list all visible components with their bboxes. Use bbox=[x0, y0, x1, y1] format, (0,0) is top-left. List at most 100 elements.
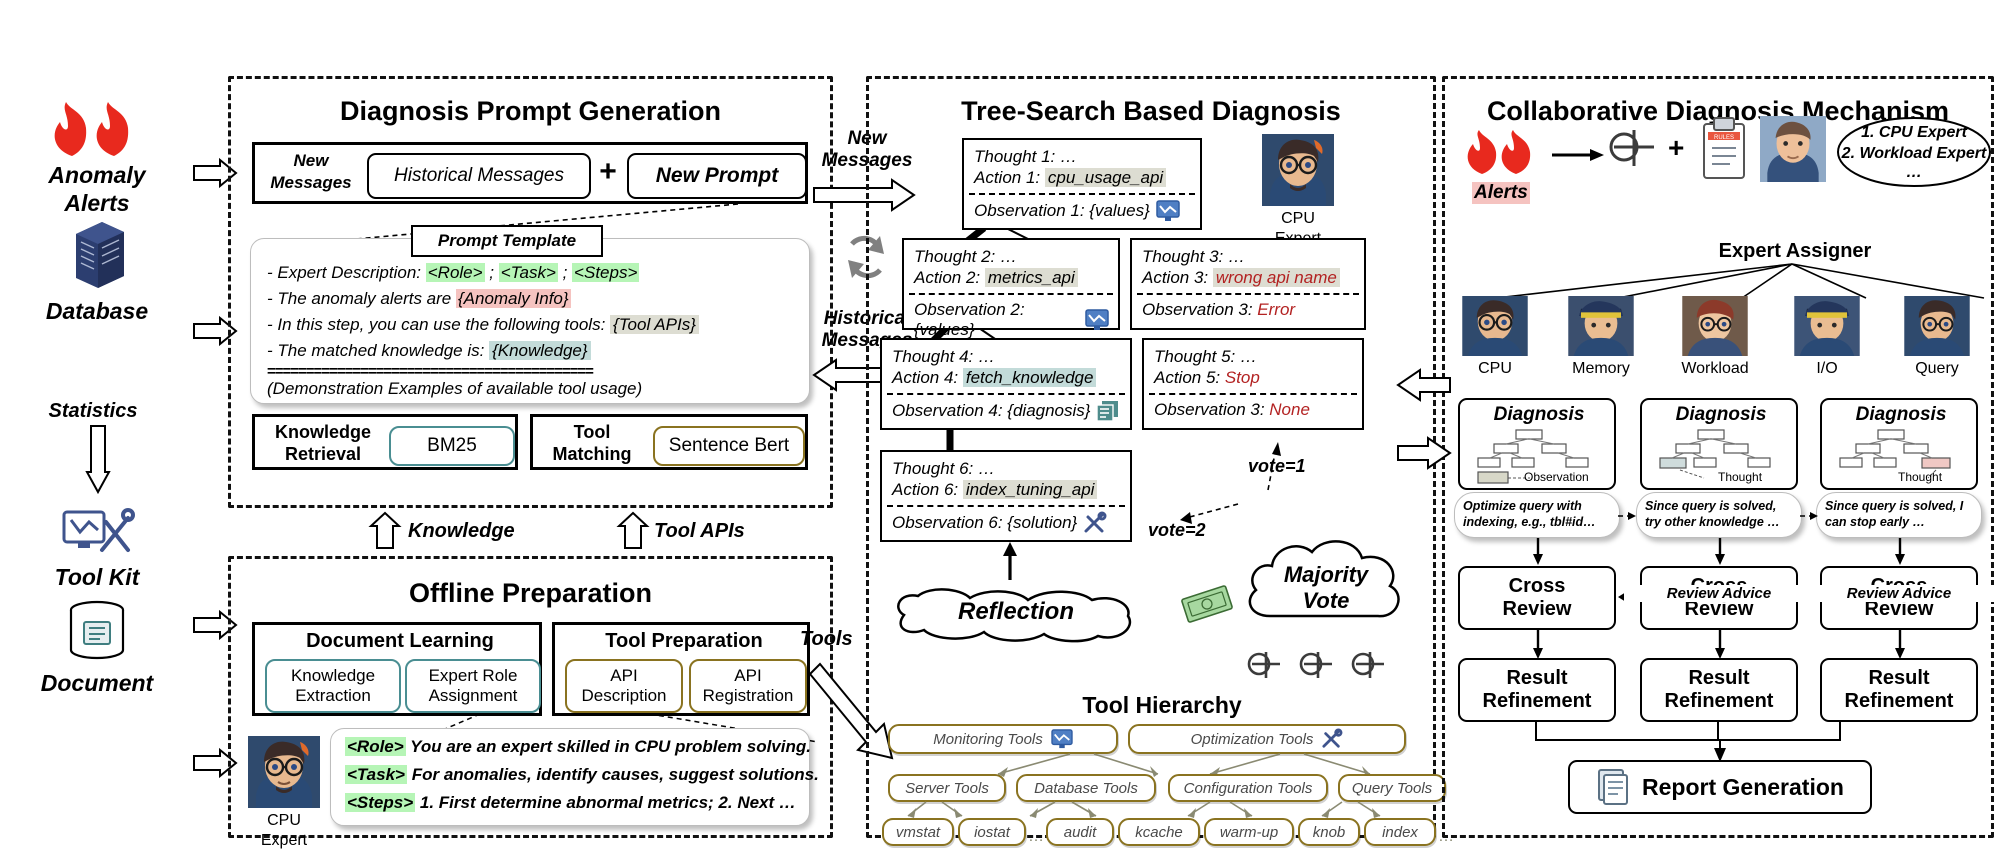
tools-wrench-icon bbox=[1084, 511, 1107, 533]
result-refinement-box-3[interactable]: Result Refinement bbox=[1820, 658, 1978, 722]
new-prompt-chip[interactable]: New Prompt bbox=[627, 153, 807, 199]
workload-expert-avatar-icon bbox=[1682, 296, 1748, 356]
role-text: You are an expert skilled in CPU problem… bbox=[405, 737, 811, 756]
expert-workload-label: Workload bbox=[1681, 360, 1749, 377]
tree-node-4[interactable]: Thought 4: … Action 4: fetch_knowledge O… bbox=[880, 338, 1132, 430]
offline-cpu-expert-caption-2: Expert bbox=[260, 832, 308, 849]
optimization-tools-node[interactable]: Optimization Tools bbox=[1128, 724, 1406, 754]
tree-node-2[interactable]: Thought 2: … Action 2: metrics_api Obser… bbox=[902, 238, 1120, 339]
tools-flow-label: Tools bbox=[800, 628, 853, 650]
expert-io[interactable]: I/O bbox=[1794, 296, 1860, 377]
monitor-chart-icon bbox=[1051, 729, 1073, 749]
node3-action-value: wrong api name bbox=[1212, 267, 1340, 287]
panel-title-prompt-generation: Diagnosis Prompt Generation bbox=[339, 96, 722, 126]
diagnosis-note-text-1: Optimize query with indexing, e.g., tbl#… bbox=[1463, 499, 1596, 529]
new-messages-label-1: New bbox=[293, 151, 329, 170]
anomaly-alerts-label-1: Anomaly bbox=[48, 162, 146, 188]
node6-observation: Observation 6: {solution} bbox=[892, 513, 1078, 533]
sentence-bert-chip[interactable]: Sentence Bert bbox=[653, 426, 805, 466]
task-tag: <Task> bbox=[498, 263, 558, 282]
monitoring-tools-label: Monitoring Tools bbox=[933, 730, 1043, 748]
bm25-chip[interactable]: BM25 bbox=[389, 426, 515, 466]
configuration-tools-node[interactable]: Configuration Tools bbox=[1168, 774, 1328, 802]
node4-action-value: fetch_knowledge bbox=[962, 367, 1097, 387]
document-label: Document bbox=[40, 670, 154, 696]
line1-prefix: - Expert Description: bbox=[267, 263, 426, 282]
tree-node-6[interactable]: Thought 6: … Action 6: index_tuning_api … bbox=[880, 450, 1132, 542]
expert-memory[interactable]: Memory bbox=[1568, 296, 1634, 377]
database-tools-node[interactable]: Database Tools bbox=[1016, 774, 1156, 802]
node3-thought: Thought 3: … bbox=[1142, 247, 1246, 266]
llm-model-icon bbox=[1609, 130, 1654, 166]
node1-action-prefix: Action 1: bbox=[974, 167, 1045, 187]
expert-role-assignment-chip[interactable]: Expert Role Assignment bbox=[405, 659, 541, 713]
reflection-cloud: Reflection bbox=[886, 586, 1146, 649]
offline-cpu-expert-caption-1: CPU bbox=[267, 812, 301, 829]
api-description-chip[interactable]: API Description bbox=[565, 659, 683, 713]
result-refinement-box-2[interactable]: Result Refinement bbox=[1640, 658, 1798, 722]
document-cylinder-icon bbox=[66, 600, 128, 669]
node4-action: Action 4: fetch_knowledge bbox=[892, 367, 1121, 389]
diagnosis-title-3: Diagnosis bbox=[1855, 404, 1947, 425]
node4-thought: Thought 4: … bbox=[892, 347, 996, 366]
tool-preparation-title: Tool Preparation bbox=[605, 630, 763, 652]
knob-node[interactable]: knob bbox=[1298, 818, 1360, 846]
prompt-template-line-1: - Expert Description: <Role> ; <Task> ; … bbox=[267, 263, 640, 283]
warmup-node[interactable]: warm-up bbox=[1204, 818, 1294, 846]
cross-review-box-1[interactable]: Cross Review bbox=[1458, 566, 1616, 630]
diagnosis-title-2: Diagnosis bbox=[1675, 404, 1767, 425]
expert-query[interactable]: Query bbox=[1904, 296, 1970, 377]
node2-action-prefix: Action 2: bbox=[914, 267, 985, 287]
kcache-node[interactable]: kcache bbox=[1118, 818, 1200, 846]
cpu-expert-avatar-icon bbox=[248, 736, 320, 808]
tree-node-3[interactable]: Thought 3: … Action 3: wrong api name Ob… bbox=[1130, 238, 1366, 330]
prompt-template-divider: ========================================… bbox=[267, 363, 594, 380]
steps-tag-bubble: <Steps> bbox=[345, 793, 416, 812]
majority-vote-label-1: Majority bbox=[1283, 562, 1369, 587]
historical-messages-chip[interactable]: Historical Messages bbox=[367, 153, 591, 199]
knowledge-up-arrow bbox=[368, 511, 402, 549]
expert-workload[interactable]: Workload bbox=[1681, 296, 1749, 377]
server-tools-node[interactable]: Server Tools bbox=[888, 774, 1006, 802]
knowledge-retrieval-label-1: Knowledge bbox=[274, 422, 371, 442]
node5-observation-value: None bbox=[1269, 400, 1310, 420]
steps-text: 1. First determine abnormal metrics; 2. … bbox=[415, 793, 796, 812]
diagnosis-tag-1: Observation bbox=[1524, 470, 1589, 484]
node2-observation: Observation 2: {values} bbox=[914, 300, 1025, 340]
tree-node-1[interactable]: Thought 1: … Action 1: cpu_usage_api Obs… bbox=[962, 138, 1202, 230]
index-node[interactable]: index bbox=[1364, 818, 1436, 846]
report-doc-icon bbox=[1598, 769, 1629, 805]
tree-node-5[interactable]: Thought 5: … Action 5: Stop Observation … bbox=[1142, 338, 1364, 430]
query-tools-node[interactable]: Query Tools bbox=[1338, 774, 1446, 802]
tool-kit-label: Tool Kit bbox=[54, 564, 140, 590]
prompt-template-line-5: (Demonstration Examples of available too… bbox=[267, 379, 643, 398]
diagnosis-tag-2: Thought bbox=[1718, 470, 1763, 484]
result-refinement-box-1[interactable]: Result Refinement bbox=[1458, 658, 1616, 722]
monitoring-tools-node[interactable]: Monitoring Tools bbox=[888, 724, 1118, 754]
node5-observation: Observation 3: bbox=[1154, 400, 1270, 420]
monitor-chart-icon bbox=[1085, 309, 1109, 331]
diagnosis-box-1[interactable]: Diagnosis Observation bbox=[1458, 398, 1616, 490]
knowledge-extraction-chip[interactable]: Knowledge Extraction bbox=[265, 659, 401, 713]
knowledge-retrieval-label-2: Retrieval bbox=[284, 444, 362, 464]
role-prompt-bubble: <Role> You are an expert skilled in CPU … bbox=[330, 728, 819, 826]
llm-model-icons bbox=[1247, 652, 1384, 678]
tree-cpu-expert-caption-1: CPU bbox=[1281, 210, 1315, 227]
node1-observation: Observation 1: {values} bbox=[974, 201, 1150, 221]
new-messages-label-2: Messages bbox=[270, 173, 352, 192]
anomaly-alerts-label-2: Alerts bbox=[64, 190, 130, 216]
role-tag: <Role> bbox=[425, 263, 485, 282]
vmstat-node[interactable]: vmstat bbox=[882, 818, 954, 846]
reflection-label: Reflection bbox=[957, 598, 1074, 625]
expert-avatar-icon bbox=[1760, 116, 1826, 182]
statistics-arrow bbox=[85, 425, 111, 495]
query-expert-avatar-icon bbox=[1904, 296, 1970, 356]
expert-cpu[interactable]: CPU bbox=[1462, 296, 1528, 377]
expert-memory-label: Memory bbox=[1572, 360, 1630, 377]
diagnosis-box-2[interactable]: Diagnosis Thought bbox=[1640, 398, 1798, 490]
audit-node[interactable]: audit bbox=[1046, 818, 1114, 846]
iostat-node[interactable]: iostat bbox=[958, 818, 1026, 846]
diagnosis-box-3[interactable]: Diagnosis Thought bbox=[1820, 398, 1978, 490]
report-generation-box[interactable]: Report Generation bbox=[1568, 760, 1872, 814]
api-registration-chip[interactable]: API Registration bbox=[689, 659, 807, 713]
